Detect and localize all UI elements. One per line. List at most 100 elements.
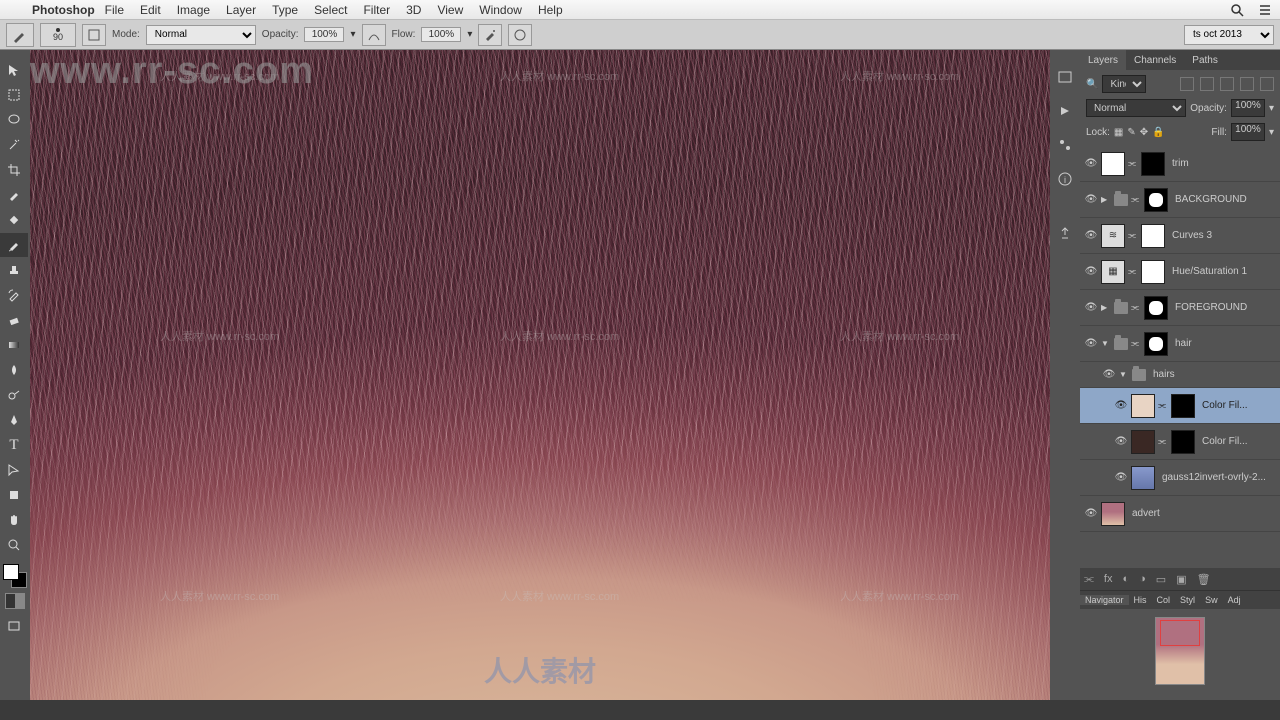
menu-window[interactable]: Window xyxy=(479,3,522,17)
new-adj-icon[interactable]: ◑ xyxy=(1139,573,1146,585)
dodge-tool[interactable] xyxy=(0,383,28,407)
properties-panel-icon[interactable] xyxy=(1054,134,1076,156)
gradient-tool[interactable] xyxy=(0,333,28,357)
visibility-icon[interactable]: 👁 xyxy=(1102,369,1116,380)
filter-adj-icon[interactable] xyxy=(1200,77,1214,91)
flow-dropdown-icon[interactable]: ▾ xyxy=(467,29,472,40)
lock-pos-icon[interactable]: ✥ xyxy=(1140,127,1148,138)
brush-tool[interactable] xyxy=(0,233,28,257)
link-icon[interactable]: ⫘ xyxy=(1158,400,1168,411)
layer-name[interactable]: Curves 3 xyxy=(1172,230,1276,241)
workspace-select[interactable]: ts oct 2013 xyxy=(1184,25,1274,45)
visibility-icon[interactable]: 👁 xyxy=(1084,266,1098,277)
marquee-tool[interactable] xyxy=(0,83,28,107)
visibility-icon[interactable]: 👁 xyxy=(1114,436,1128,447)
history-panel-icon[interactable] xyxy=(1054,66,1076,88)
type-tool[interactable]: T xyxy=(0,433,28,457)
eyedropper-tool[interactable] xyxy=(0,183,28,207)
menu-edit[interactable]: Edit xyxy=(140,3,161,17)
visibility-icon[interactable]: 👁 xyxy=(1084,230,1098,241)
eraser-tool[interactable] xyxy=(0,308,28,332)
layer-mask[interactable] xyxy=(1141,260,1165,284)
tab-navigator[interactable]: Navigator xyxy=(1080,595,1129,605)
lasso-tool[interactable] xyxy=(0,108,28,132)
layer-name[interactable]: Color Fil... xyxy=(1202,436,1276,447)
layer-mask[interactable] xyxy=(1144,188,1168,212)
link-icon[interactable]: ⫘ xyxy=(1128,158,1138,169)
stamp-tool[interactable] xyxy=(0,258,28,282)
menu-help[interactable]: Help xyxy=(538,3,563,17)
layer-name[interactable]: gauss12invert-ovrly-2... xyxy=(1162,472,1276,483)
disclosure-arrow-icon[interactable]: ▶ xyxy=(1101,195,1111,204)
layer-blendmode-select[interactable]: Normal xyxy=(1086,99,1186,117)
layer-row-background-group[interactable]: 👁 ▶ ⫘ BACKGROUND xyxy=(1080,182,1280,218)
visibility-icon[interactable]: 👁 xyxy=(1084,302,1098,313)
link-icon[interactable]: ⫘ xyxy=(1158,436,1168,447)
layer-row-curves3[interactable]: 👁 ≋ ⫘ Curves 3 xyxy=(1080,218,1280,254)
layer-row-hair-group[interactable]: 👁 ▼ ⫘ hair xyxy=(1080,326,1280,362)
menu-filter[interactable]: Filter xyxy=(363,3,390,17)
tab-history[interactable]: His xyxy=(1129,595,1152,605)
layer-row-hairs-subgroup[interactable]: 👁 ▼ hairs xyxy=(1080,362,1280,388)
menu-list-icon[interactable] xyxy=(1258,3,1272,17)
link-layers-icon[interactable]: ⫘ xyxy=(1084,573,1094,586)
tab-channels[interactable]: Channels xyxy=(1126,50,1184,70)
link-icon[interactable]: ⫘ xyxy=(1128,266,1138,277)
delete-layer-icon[interactable]: 🗑 xyxy=(1197,573,1211,586)
menu-image[interactable]: Image xyxy=(177,3,210,17)
layer-name[interactable]: Color Fil... xyxy=(1202,400,1276,411)
layer-mask[interactable] xyxy=(1171,394,1195,418)
lock-trans-icon[interactable]: ▦ xyxy=(1114,127,1123,138)
tab-adjustments[interactable]: Adj xyxy=(1223,595,1246,605)
info-panel-icon[interactable]: i xyxy=(1054,168,1076,190)
tab-layers[interactable]: Layers xyxy=(1080,50,1126,70)
zoom-tool[interactable] xyxy=(0,533,28,557)
quickmask-toggle[interactable] xyxy=(5,593,25,609)
visibility-icon[interactable]: 👁 xyxy=(1084,158,1098,169)
document-canvas[interactable]: 人人素材 www.rr-sc.com 人人素材 www.rr-sc.com 人人… xyxy=(30,50,1050,700)
filter-smart-icon[interactable] xyxy=(1260,77,1274,91)
menu-layer[interactable]: Layer xyxy=(226,3,256,17)
visibility-icon[interactable]: 👁 xyxy=(1084,508,1098,519)
healing-tool[interactable] xyxy=(0,208,28,232)
filter-type-icon[interactable] xyxy=(1220,77,1234,91)
hand-tool[interactable] xyxy=(0,508,28,532)
layer-row-trim[interactable]: 👁 ⫘ trim xyxy=(1080,146,1280,182)
lock-all-icon[interactable]: 🔒 xyxy=(1152,127,1164,138)
tab-swatches[interactable]: Sw xyxy=(1200,595,1223,605)
airbrush-icon[interactable] xyxy=(478,24,502,46)
disclosure-arrow-icon[interactable]: ▶ xyxy=(1101,303,1111,312)
menu-type[interactable]: Type xyxy=(272,3,298,17)
opacity-arrow-icon[interactable]: ▾ xyxy=(1269,103,1274,114)
fill-value[interactable]: 100% xyxy=(1231,123,1265,141)
layer-mask[interactable] xyxy=(1144,296,1168,320)
filter-kind-select[interactable]: Kind xyxy=(1102,75,1146,93)
menu-view[interactable]: View xyxy=(437,3,463,17)
tab-color[interactable]: Col xyxy=(1152,595,1176,605)
layer-mask[interactable] xyxy=(1171,430,1195,454)
blur-tool[interactable] xyxy=(0,358,28,382)
opacity-value[interactable]: 100% xyxy=(304,27,344,42)
layer-name[interactable]: trim xyxy=(1172,158,1276,169)
character-panel-icon[interactable] xyxy=(1054,222,1076,244)
tool-preset-picker[interactable] xyxy=(6,23,34,47)
brush-preset-picker[interactable]: 90 xyxy=(40,23,76,47)
spotlight-icon[interactable] xyxy=(1230,3,1244,17)
layer-row-gauss[interactable]: 👁 gauss12invert-ovrly-2... xyxy=(1080,460,1280,496)
tab-paths[interactable]: Paths xyxy=(1184,50,1226,70)
crop-tool[interactable] xyxy=(0,158,28,182)
shape-tool[interactable] xyxy=(0,483,28,507)
actions-panel-icon[interactable] xyxy=(1054,100,1076,122)
layer-row-advert[interactable]: 👁 advert xyxy=(1080,496,1280,532)
fx-icon[interactable]: fx xyxy=(1104,573,1113,585)
new-layer-icon[interactable]: ▣ xyxy=(1176,573,1186,586)
path-select-tool[interactable] xyxy=(0,458,28,482)
layer-mask[interactable] xyxy=(1141,224,1165,248)
pressure-size-icon[interactable] xyxy=(508,24,532,46)
visibility-icon[interactable]: 👁 xyxy=(1114,400,1128,411)
disclosure-arrow-icon[interactable]: ▼ xyxy=(1119,370,1129,379)
layer-name[interactable]: FOREGROUND xyxy=(1175,302,1276,313)
layer-name[interactable]: hairs xyxy=(1153,369,1276,380)
visibility-icon[interactable]: 👁 xyxy=(1084,194,1098,205)
layer-name[interactable]: advert xyxy=(1132,508,1276,519)
